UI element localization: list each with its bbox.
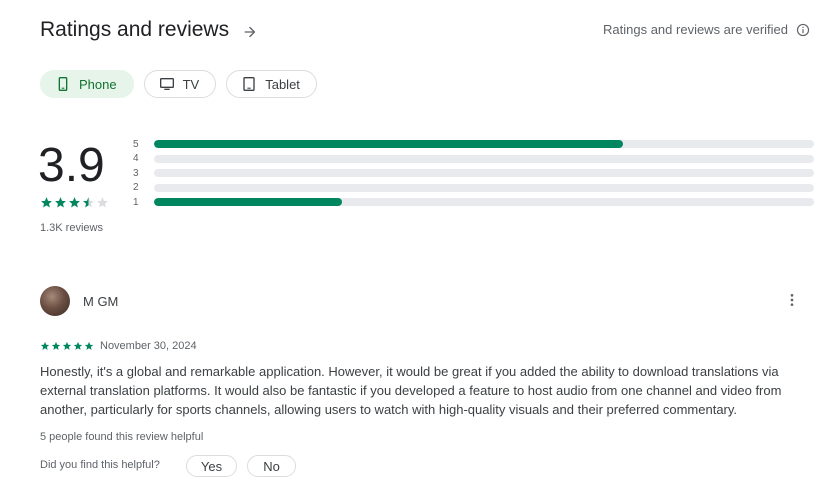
- rating-bar-row: 2: [133, 181, 814, 196]
- helpful-no-button[interactable]: No: [247, 455, 296, 477]
- rating-bar-label: 2: [133, 182, 139, 194]
- summary-star-icon: [97, 197, 108, 208]
- chip-phone[interactable]: Phone: [40, 70, 134, 98]
- rating-bar-track: [154, 169, 814, 178]
- review-star-icon: [84, 341, 94, 350]
- average-score: 3.9: [38, 139, 105, 192]
- rating-bar-label: 4: [133, 153, 139, 165]
- rating-bar-track: [154, 154, 814, 163]
- device-filter-chips: Phone TV Tablet: [40, 70, 317, 98]
- rating-bar-label: 3: [133, 167, 139, 179]
- chip-tv-label: TV: [182, 76, 200, 92]
- review-text: Honestly, it's a global and remarkable a…: [40, 364, 782, 417]
- summary-star-icon: [41, 197, 52, 208]
- tv-icon: [159, 76, 175, 92]
- summary-star-icon: [55, 197, 66, 208]
- review-more-options-button[interactable]: [782, 290, 802, 310]
- review-star-icon: [73, 341, 83, 350]
- helpful-yes-button[interactable]: Yes: [186, 455, 237, 477]
- rating-bar-row: 4: [133, 152, 814, 167]
- rating-bar-label: 1: [133, 196, 139, 208]
- section-title: Ratings and reviews: [40, 18, 230, 41]
- helpful-count: 5 people found this review helpful: [40, 431, 204, 443]
- summary-star-icon: [69, 197, 80, 208]
- rating-bar-fill: [154, 198, 343, 207]
- more-vert-icon: [790, 294, 794, 306]
- summary-star-icon: [83, 197, 94, 208]
- rating-bar-row: 3: [133, 166, 814, 181]
- chip-tablet-label: Tablet: [265, 76, 300, 92]
- rating-bar-fill: [154, 140, 623, 149]
- tablet-icon: [241, 76, 257, 92]
- rating-bar-track: [154, 140, 814, 149]
- arrow-right-icon: [244, 26, 256, 38]
- chip-phone-label: Phone: [79, 76, 117, 92]
- verified-note: Ratings and reviews are verified: [603, 22, 810, 37]
- verified-text: Ratings and reviews are verified: [603, 22, 788, 37]
- rating-distribution: 5 4 3 2 1: [133, 137, 814, 210]
- review-star-icon: [40, 341, 50, 350]
- phone-icon: [55, 76, 71, 92]
- review-star-icon: [62, 341, 72, 350]
- review-star-icon: [51, 341, 61, 350]
- review-star-rating: [40, 341, 94, 351]
- ratings-header: Ratings and reviews Ratings and reviews …: [40, 18, 810, 46]
- rating-bar-label: 5: [133, 138, 139, 150]
- review-date: November 30, 2024: [100, 340, 197, 352]
- info-icon[interactable]: [796, 23, 810, 37]
- avatar: [40, 286, 70, 316]
- see-all-arrow-button[interactable]: [238, 20, 262, 44]
- reviewer-name: M GM: [83, 294, 119, 309]
- chip-tablet[interactable]: Tablet: [226, 70, 317, 98]
- rating-bar-track: [154, 183, 814, 192]
- rating-bar-track: [154, 198, 814, 207]
- review-meta: November 30, 2024: [40, 340, 197, 352]
- rating-bar-row: 5: [133, 137, 814, 152]
- review-count: 1.3K reviews: [40, 222, 103, 234]
- rating-bar-row: 1: [133, 195, 814, 210]
- chip-tv[interactable]: TV: [143, 70, 217, 98]
- average-star-rating: [40, 196, 109, 209]
- helpful-question: Did you find this helpful?: [40, 459, 160, 471]
